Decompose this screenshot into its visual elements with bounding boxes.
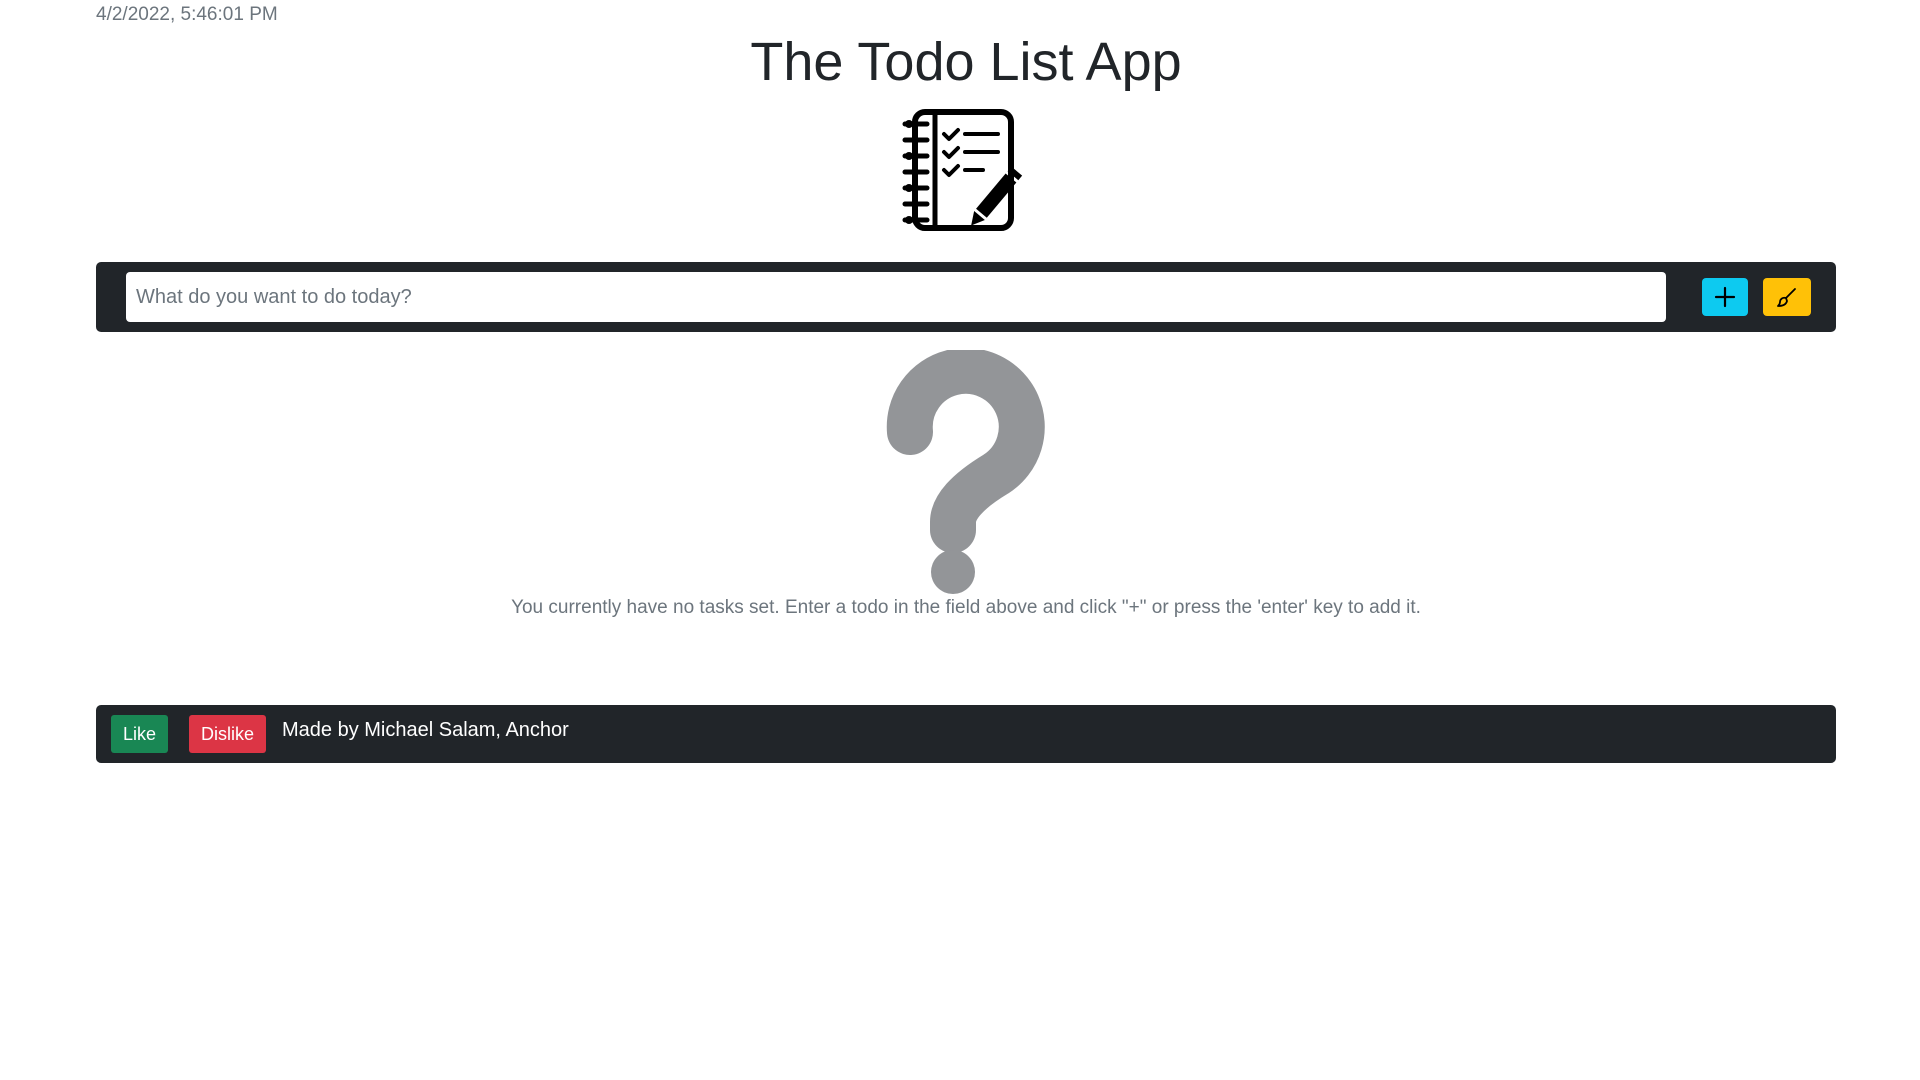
like-button[interactable]: Like: [111, 715, 169, 753]
brush-icon: [1777, 288, 1796, 307]
todo-input[interactable]: [126, 272, 1666, 322]
current-datetime: 4/2/2022, 5:46:01 PM: [96, 4, 278, 25]
add-todo-button[interactable]: [1702, 278, 1748, 316]
footer-credit: Made by Michael Salam, Anchor: [282, 719, 569, 741]
clear-todos-button[interactable]: [1763, 278, 1811, 316]
footer-bar: Like Dislike Made by Michael Salam, Anch…: [96, 705, 1836, 763]
page-title: The Todo List App: [750, 32, 1182, 92]
dislike-button[interactable]: Dislike: [189, 715, 267, 753]
question-mark-icon: [886, 350, 1045, 594]
notebook-checklist-pencil-icon: [902, 109, 1023, 231]
todo-input-bar: [96, 262, 1836, 332]
app-container: 4/2/2022, 5:46:01 PM The Todo List App W…: [96, 0, 1836, 1080]
plus-icon: [1714, 286, 1736, 308]
empty-state-message: You currently have no tasks set. Enter a…: [511, 597, 1421, 618]
